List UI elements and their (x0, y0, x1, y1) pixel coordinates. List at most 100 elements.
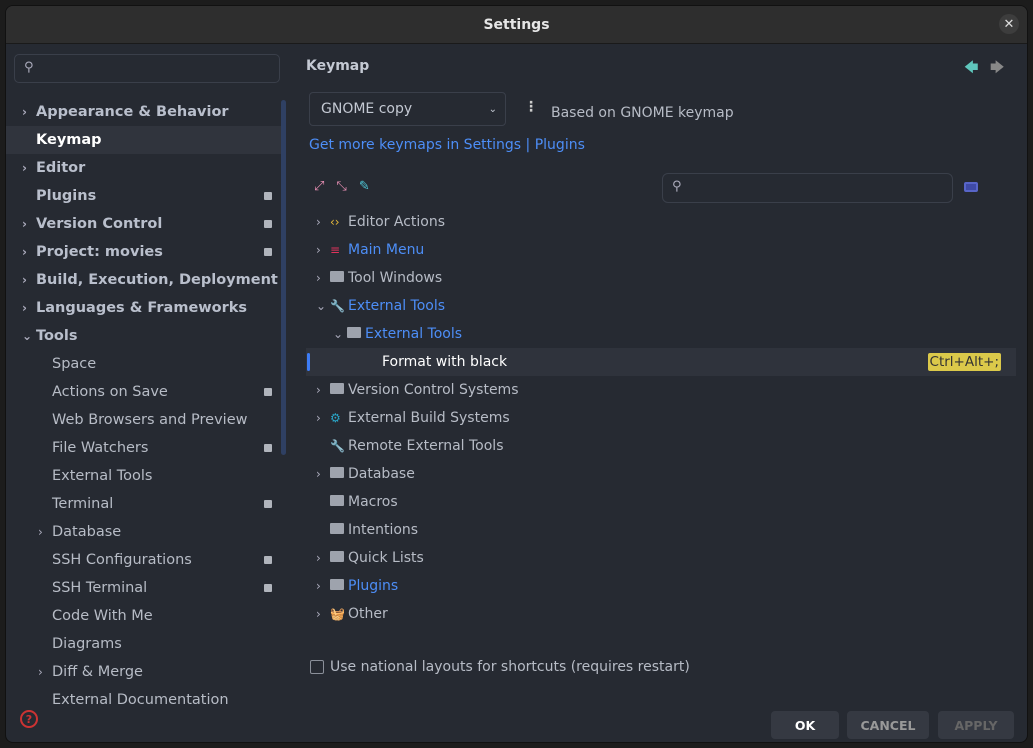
close-button[interactable]: ✕ (999, 14, 1019, 34)
chevron-down-icon[interactable]: ⌄ (333, 327, 343, 341)
folder-icon (330, 551, 344, 565)
chevron-right-icon[interactable]: › (316, 579, 321, 593)
folder-icon (330, 523, 344, 537)
sidebar-item[interactable]: External Documentation (6, 686, 286, 714)
chevron-right-icon[interactable]: › (22, 301, 27, 315)
tree-row[interactable]: › Quick Lists (306, 544, 1016, 572)
sidebar-item[interactable]: Diagrams (6, 630, 286, 658)
sidebar-item-label: Database (52, 524, 122, 540)
expand-all-icon[interactable]: ⤢ (314, 179, 324, 194)
wrench-icon: 🔧 (330, 439, 345, 453)
tree-row-label: Database (348, 466, 415, 482)
sidebar-item-label: Appearance & Behavior (36, 104, 229, 120)
tree-row[interactable]: Intentions (306, 516, 1016, 544)
user-badge-icon (264, 444, 272, 452)
sidebar-scrollbar[interactable] (281, 100, 286, 455)
tree-row[interactable]: › Plugins (306, 572, 1016, 600)
page-title: Keymap (306, 58, 370, 74)
tree-row[interactable]: Format with black Ctrl+Alt+; (306, 348, 1016, 376)
action-search-input[interactable]: ⚲ (662, 173, 953, 203)
sidebar-search-input[interactable]: ⚲ (14, 54, 280, 83)
chevron-right-icon[interactable]: › (316, 271, 321, 285)
tree-row[interactable]: Macros (306, 488, 1016, 516)
chevron-right-icon[interactable]: › (22, 245, 27, 259)
sidebar-item[interactable]: External Tools (6, 462, 286, 490)
national-layouts-checkbox[interactable]: Use national layouts for shortcuts (requ… (310, 659, 690, 675)
tree-row[interactable]: › 🧺 Other (306, 600, 1016, 628)
sidebar-item[interactable]: › Build, Execution, Deployment (6, 266, 286, 294)
sidebar-item[interactable]: ⌄ Tools (6, 322, 286, 350)
chevron-right-icon[interactable]: › (316, 243, 321, 257)
sidebar-item[interactable]: › Appearance & Behavior (6, 98, 286, 126)
user-badge-icon (264, 248, 272, 256)
tree-row[interactable]: › ≡ Main Menu (306, 236, 1016, 264)
tree-row[interactable]: › ⚙ External Build Systems (306, 404, 1016, 432)
tree-row[interactable]: › ‹› Editor Actions (306, 208, 1016, 236)
tree-row[interactable]: › Database (306, 460, 1016, 488)
sidebar-item[interactable]: File Watchers (6, 434, 286, 462)
tree-row[interactable]: 🔧 Remote External Tools (306, 432, 1016, 460)
help-icon[interactable]: ? (20, 710, 38, 728)
collapse-all-icon[interactable]: ⤡ (336, 179, 346, 194)
tree-row-label: Tool Windows (348, 270, 443, 286)
chevron-right-icon[interactable]: › (22, 161, 27, 175)
edit-pencil-icon[interactable]: ✎ (359, 179, 370, 194)
chevron-right-icon[interactable]: › (22, 273, 27, 287)
user-badge-icon (264, 192, 272, 200)
chevron-right-icon[interactable]: › (316, 383, 321, 397)
chevron-down-icon[interactable]: ⌄ (316, 299, 326, 313)
chevron-right-icon[interactable]: › (316, 607, 321, 621)
sidebar-item[interactable]: › Diff & Merge (6, 658, 286, 686)
sidebar-item[interactable]: SSH Configurations (6, 546, 286, 574)
apply-button[interactable]: APPLY (938, 711, 1014, 739)
sidebar-item[interactable]: › Database (6, 518, 286, 546)
tree-row[interactable]: ⌄ External Tools (306, 320, 1016, 348)
tree-row-label: Macros (348, 494, 398, 510)
ok-button[interactable]: OK (771, 711, 839, 739)
keymap-select[interactable]: GNOME copy ⌄ (309, 92, 506, 126)
chevron-right-icon[interactable]: › (38, 525, 43, 539)
chevron-right-icon[interactable]: › (316, 467, 321, 481)
basket-icon: 🧺 (330, 607, 345, 621)
sidebar-item[interactable]: › Project: movies (6, 238, 286, 266)
checkbox-box[interactable] (310, 660, 324, 674)
sidebar-item-label: Actions on Save (52, 384, 168, 400)
sidebar-item[interactable]: SSH Terminal (6, 574, 286, 602)
sidebar-item[interactable]: Code With Me (6, 602, 286, 630)
tree-row[interactable]: ⌄ 🔧 External Tools (306, 292, 1016, 320)
sidebar-item-label: Keymap (36, 132, 102, 148)
tree-row[interactable]: › Version Control Systems (306, 376, 1016, 404)
sidebar-item[interactable]: Space (6, 350, 286, 378)
chevron-right-icon[interactable]: › (316, 551, 321, 565)
tree-row-label: Other (348, 606, 388, 622)
sidebar-item[interactable]: Keymap (6, 126, 286, 154)
sidebar-item[interactable]: Actions on Save (6, 378, 286, 406)
sidebar-item[interactable]: Web Browsers and Preview (6, 406, 286, 434)
sidebar-item[interactable]: › Version Control (6, 210, 286, 238)
keymap-select-value: GNOME copy (321, 101, 413, 117)
chevron-down-icon[interactable]: ⌄ (22, 329, 32, 343)
tree-row-label: External Build Systems (348, 410, 510, 426)
search-icon: ⚲ (24, 60, 34, 75)
cancel-button[interactable]: CANCEL (847, 711, 929, 739)
folder-icon (330, 579, 344, 593)
tree-row-label: External Tools (348, 298, 446, 314)
chevron-right-icon[interactable]: › (22, 105, 27, 119)
chevron-right-icon[interactable]: › (316, 215, 321, 229)
sidebar-item-label: SSH Terminal (52, 580, 148, 596)
back-arrow-icon[interactable]: 🡄 (964, 57, 978, 81)
more-options-icon[interactable]: ⋮ (524, 99, 538, 115)
sidebar-item-label: Project: movies (36, 244, 163, 260)
tree-row-label: Version Control Systems (348, 382, 519, 398)
chevron-right-icon[interactable]: › (38, 665, 43, 679)
sidebar-item[interactable]: Terminal (6, 490, 286, 518)
chevron-right-icon[interactable]: › (316, 411, 321, 425)
get-more-keymaps-link[interactable]: Get more keymaps in Settings | Plugins (309, 137, 585, 153)
sidebar-item[interactable]: › Languages & Frameworks (6, 294, 286, 322)
find-by-shortcut-icon[interactable] (964, 182, 978, 192)
tree-row[interactable]: › Tool Windows (306, 264, 1016, 292)
sidebar-item[interactable]: › Editor (6, 154, 286, 182)
forward-arrow-icon[interactable]: 🡆 (990, 57, 1004, 81)
chevron-right-icon[interactable]: › (22, 217, 27, 231)
sidebar-item[interactable]: Plugins (6, 182, 286, 210)
